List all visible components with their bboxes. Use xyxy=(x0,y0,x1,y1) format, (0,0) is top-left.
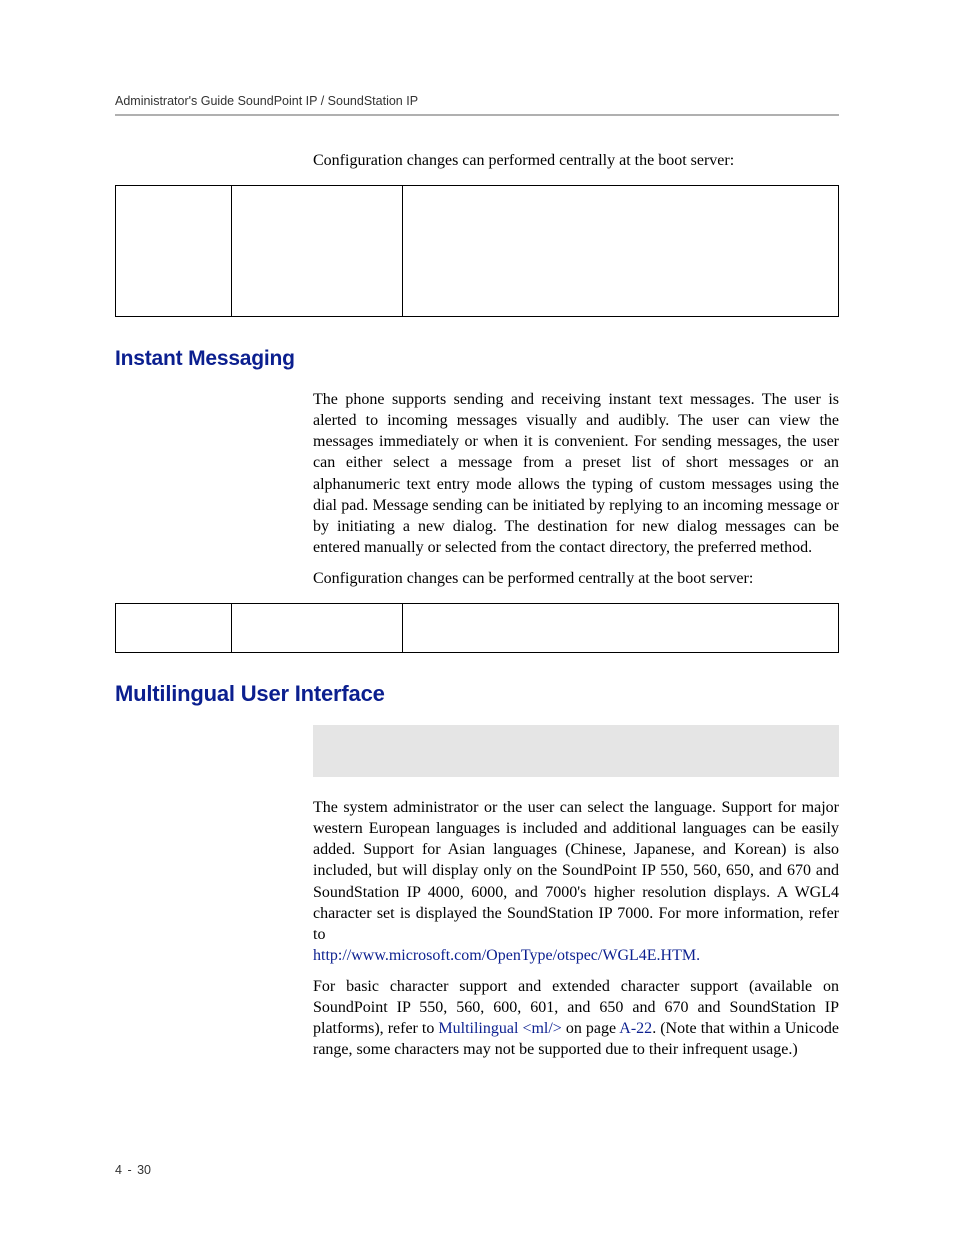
wgl4-link[interactable]: http://www.microsoft.com/OpenType/otspec… xyxy=(313,947,700,964)
im-paragraph-1: The phone supports sending and receiving… xyxy=(313,389,839,558)
mui-p1-text: The system administrator or the user can… xyxy=(313,799,839,943)
mui-paragraph-1: The system administrator or the user can… xyxy=(313,797,839,966)
im-block: The phone supports sending and receiving… xyxy=(313,389,839,589)
page-ref-link[interactable]: A-22 xyxy=(619,1020,652,1037)
im-paragraph-2: Configuration changes can be performed c… xyxy=(313,568,839,589)
page-dash: - xyxy=(125,1163,133,1177)
mui-block: The system administrator or the user can… xyxy=(313,725,839,1060)
cell-1-2 xyxy=(232,186,403,317)
cell-2-1 xyxy=(116,604,232,653)
grey-callout xyxy=(313,725,839,777)
heading-instant-messaging: Instant Messaging xyxy=(115,347,839,371)
running-header: Administrator's Guide SoundPoint IP / So… xyxy=(115,94,839,108)
multilingual-ml-link[interactable]: Multilingual <ml/> xyxy=(438,1020,561,1037)
heading-multilingual-ui: Multilingual User Interface xyxy=(115,681,839,707)
page: Administrator's Guide SoundPoint IP / So… xyxy=(0,0,954,1235)
cell-2-3 xyxy=(403,604,839,653)
table-row xyxy=(116,186,839,317)
config-table-1 xyxy=(115,185,839,317)
cell-1-1 xyxy=(116,186,232,317)
config-table-2 xyxy=(115,603,839,653)
page-number: 4 - 30 xyxy=(115,1163,151,1177)
cell-2-2 xyxy=(232,604,403,653)
table-row xyxy=(116,604,839,653)
page-value: 30 xyxy=(137,1163,151,1177)
mui-p2-mid: on page xyxy=(562,1020,619,1037)
chapter-number: 4 xyxy=(115,1163,122,1177)
cell-1-3 xyxy=(403,186,839,317)
mui-paragraph-2: For basic character support and extended… xyxy=(313,976,839,1060)
section1-intro: Configuration changes can performed cent… xyxy=(313,150,839,171)
section1-block: Configuration changes can performed cent… xyxy=(313,150,839,171)
header-rule xyxy=(115,114,839,116)
